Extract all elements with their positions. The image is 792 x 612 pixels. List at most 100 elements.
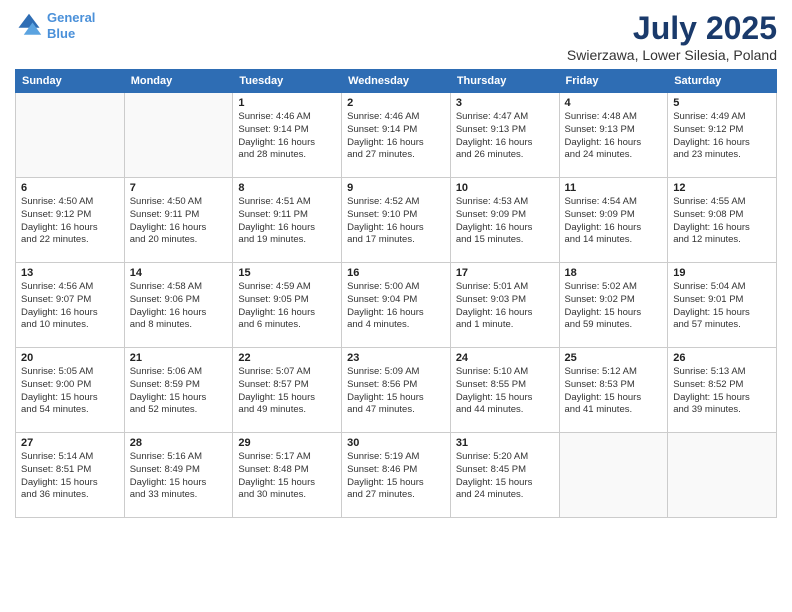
logo-line2: Blue bbox=[47, 26, 75, 41]
day-info: Sunrise: 5:12 AM Sunset: 8:53 PM Dayligh… bbox=[565, 366, 663, 417]
calendar-cell: 25Sunrise: 5:12 AM Sunset: 8:53 PM Dayli… bbox=[559, 348, 668, 433]
day-info: Sunrise: 5:16 AM Sunset: 8:49 PM Dayligh… bbox=[130, 451, 228, 502]
day-info: Sunrise: 4:46 AM Sunset: 9:14 PM Dayligh… bbox=[238, 111, 336, 162]
day-number: 10 bbox=[456, 182, 554, 194]
day-info: Sunrise: 5:14 AM Sunset: 8:51 PM Dayligh… bbox=[21, 451, 119, 502]
main-title: July 2025 bbox=[567, 10, 777, 47]
day-number: 30 bbox=[347, 437, 445, 449]
day-number: 11 bbox=[565, 182, 663, 194]
day-info: Sunrise: 5:17 AM Sunset: 8:48 PM Dayligh… bbox=[238, 451, 336, 502]
logo-icon bbox=[15, 12, 43, 40]
calendar-cell: 18Sunrise: 5:02 AM Sunset: 9:02 PM Dayli… bbox=[559, 263, 668, 348]
calendar-day-header: Friday bbox=[559, 70, 668, 93]
day-number: 7 bbox=[130, 182, 228, 194]
day-number: 29 bbox=[238, 437, 336, 449]
day-info: Sunrise: 4:56 AM Sunset: 9:07 PM Dayligh… bbox=[21, 281, 119, 332]
calendar-cell bbox=[668, 433, 777, 518]
day-info: Sunrise: 5:02 AM Sunset: 9:02 PM Dayligh… bbox=[565, 281, 663, 332]
day-info: Sunrise: 5:04 AM Sunset: 9:01 PM Dayligh… bbox=[673, 281, 771, 332]
day-info: Sunrise: 4:49 AM Sunset: 9:12 PM Dayligh… bbox=[673, 111, 771, 162]
day-number: 14 bbox=[130, 267, 228, 279]
day-number: 9 bbox=[347, 182, 445, 194]
day-info: Sunrise: 5:19 AM Sunset: 8:46 PM Dayligh… bbox=[347, 451, 445, 502]
calendar-cell: 3Sunrise: 4:47 AM Sunset: 9:13 PM Daylig… bbox=[450, 93, 559, 178]
day-info: Sunrise: 5:13 AM Sunset: 8:52 PM Dayligh… bbox=[673, 366, 771, 417]
day-number: 5 bbox=[673, 97, 771, 109]
calendar-cell: 14 Sunrise: 4:58 AM Sunset: 9:06 PM Dayli… bbox=[124, 263, 233, 348]
day-info: Sunrise: 4:52 AM Sunset: 9:10 PM Dayligh… bbox=[347, 196, 445, 247]
day-info: Sunrise: 5:06 AM Sunset: 8:59 PM Dayligh… bbox=[130, 366, 228, 417]
day-info: Sunrise: 5:20 AM Sunset: 8:45 PM Dayligh… bbox=[456, 451, 554, 502]
day-number: 1 bbox=[238, 97, 336, 109]
logo: General Blue bbox=[15, 10, 95, 41]
calendar-cell: 21 Sunrise: 5:06 AM Sunset: 8:59 PM Dayli… bbox=[124, 348, 233, 433]
day-number: 19 bbox=[673, 267, 771, 279]
calendar-cell: 27Sunrise: 5:14 AM Sunset: 8:51 PM Dayli… bbox=[16, 433, 125, 518]
day-info: Sunrise: 5:00 AM Sunset: 9:04 PM Dayligh… bbox=[347, 281, 445, 332]
logo-text: General Blue bbox=[47, 10, 95, 41]
calendar-day-header: Thursday bbox=[450, 70, 559, 93]
day-number: 17 bbox=[456, 267, 554, 279]
calendar-cell: 4Sunrise: 4:48 AM Sunset: 9:13 PM Daylig… bbox=[559, 93, 668, 178]
calendar-cell: 22Sunrise: 5:07 AM Sunset: 8:57 PM Dayli… bbox=[233, 348, 342, 433]
page: General Blue July 2025 Swierzawa, Lower … bbox=[0, 0, 792, 612]
calendar-cell: 8 Sunrise: 4:51 AM Sunset: 9:11 PM Daylig… bbox=[233, 178, 342, 263]
calendar-cell: 2Sunrise: 4:46 AM Sunset: 9:14 PM Daylig… bbox=[342, 93, 451, 178]
calendar-cell: 10 Sunrise: 4:53 AM Sunset: 9:09 PM Dayli… bbox=[450, 178, 559, 263]
calendar-cell: 29 Sunrise: 5:17 AM Sunset: 8:48 PM Dayli… bbox=[233, 433, 342, 518]
day-info: Sunrise: 4:50 AM Sunset: 9:11 PM Dayligh… bbox=[130, 196, 228, 247]
day-number: 31 bbox=[456, 437, 554, 449]
calendar-cell: 31 Sunrise: 5:20 AM Sunset: 8:45 PM Dayli… bbox=[450, 433, 559, 518]
calendar: SundayMondayTuesdayWednesdayThursdayFrid… bbox=[15, 69, 777, 518]
calendar-cell: 1 Sunrise: 4:46 AM Sunset: 9:14 PM Daylig… bbox=[233, 93, 342, 178]
title-block: July 2025 Swierzawa, Lower Silesia, Pola… bbox=[567, 10, 777, 63]
calendar-header-row: SundayMondayTuesdayWednesdayThursdayFrid… bbox=[16, 70, 777, 93]
day-number: 20 bbox=[21, 352, 119, 364]
subtitle: Swierzawa, Lower Silesia, Poland bbox=[567, 47, 777, 63]
calendar-cell: 5 Sunrise: 4:49 AM Sunset: 9:12 PM Daylig… bbox=[668, 93, 777, 178]
day-info: Sunrise: 5:10 AM Sunset: 8:55 PM Dayligh… bbox=[456, 366, 554, 417]
calendar-cell: 17 Sunrise: 5:01 AM Sunset: 9:03 PM Dayli… bbox=[450, 263, 559, 348]
day-info: Sunrise: 5:09 AM Sunset: 8:56 PM Dayligh… bbox=[347, 366, 445, 417]
calendar-day-header: Monday bbox=[124, 70, 233, 93]
day-info: Sunrise: 4:54 AM Sunset: 9:09 PM Dayligh… bbox=[565, 196, 663, 247]
calendar-cell bbox=[16, 93, 125, 178]
day-info: Sunrise: 5:05 AM Sunset: 9:00 PM Dayligh… bbox=[21, 366, 119, 417]
calendar-cell bbox=[559, 433, 668, 518]
day-info: Sunrise: 4:58 AM Sunset: 9:06 PM Dayligh… bbox=[130, 281, 228, 332]
day-number: 15 bbox=[238, 267, 336, 279]
calendar-day-header: Tuesday bbox=[233, 70, 342, 93]
calendar-week-row: 20 Sunrise: 5:05 AM Sunset: 9:00 PM Dayli… bbox=[16, 348, 777, 433]
day-number: 4 bbox=[565, 97, 663, 109]
calendar-cell: 19 Sunrise: 5:04 AM Sunset: 9:01 PM Dayli… bbox=[668, 263, 777, 348]
day-info: Sunrise: 4:53 AM Sunset: 9:09 PM Dayligh… bbox=[456, 196, 554, 247]
day-info: Sunrise: 4:46 AM Sunset: 9:14 PM Dayligh… bbox=[347, 111, 445, 162]
calendar-cell: 16Sunrise: 5:00 AM Sunset: 9:04 PM Dayli… bbox=[342, 263, 451, 348]
calendar-week-row: 1 Sunrise: 4:46 AM Sunset: 9:14 PM Daylig… bbox=[16, 93, 777, 178]
calendar-cell: 28 Sunrise: 5:16 AM Sunset: 8:49 PM Dayli… bbox=[124, 433, 233, 518]
day-info: Sunrise: 5:01 AM Sunset: 9:03 PM Dayligh… bbox=[456, 281, 554, 332]
day-number: 21 bbox=[130, 352, 228, 364]
day-number: 12 bbox=[673, 182, 771, 194]
calendar-week-row: 6 Sunrise: 4:50 AM Sunset: 9:12 PM Daylig… bbox=[16, 178, 777, 263]
day-number: 3 bbox=[456, 97, 554, 109]
day-info: Sunrise: 4:50 AM Sunset: 9:12 PM Dayligh… bbox=[21, 196, 119, 247]
day-info: Sunrise: 4:51 AM Sunset: 9:11 PM Dayligh… bbox=[238, 196, 336, 247]
calendar-cell: 30 Sunrise: 5:19 AM Sunset: 8:46 PM Dayli… bbox=[342, 433, 451, 518]
day-number: 6 bbox=[21, 182, 119, 194]
day-info: Sunrise: 5:07 AM Sunset: 8:57 PM Dayligh… bbox=[238, 366, 336, 417]
day-number: 13 bbox=[21, 267, 119, 279]
day-number: 23 bbox=[347, 352, 445, 364]
calendar-day-header: Saturday bbox=[668, 70, 777, 93]
calendar-cell: 23 Sunrise: 5:09 AM Sunset: 8:56 PM Dayli… bbox=[342, 348, 451, 433]
calendar-cell: 26 Sunrise: 5:13 AM Sunset: 8:52 PM Dayli… bbox=[668, 348, 777, 433]
calendar-cell: 11 Sunrise: 4:54 AM Sunset: 9:09 PM Dayli… bbox=[559, 178, 668, 263]
calendar-cell: 9 Sunrise: 4:52 AM Sunset: 9:10 PM Daylig… bbox=[342, 178, 451, 263]
calendar-cell: 6 Sunrise: 4:50 AM Sunset: 9:12 PM Daylig… bbox=[16, 178, 125, 263]
calendar-cell: 13 Sunrise: 4:56 AM Sunset: 9:07 PM Dayli… bbox=[16, 263, 125, 348]
calendar-cell: 24Sunrise: 5:10 AM Sunset: 8:55 PM Dayli… bbox=[450, 348, 559, 433]
day-number: 28 bbox=[130, 437, 228, 449]
calendar-day-header: Sunday bbox=[16, 70, 125, 93]
day-number: 26 bbox=[673, 352, 771, 364]
day-number: 8 bbox=[238, 182, 336, 194]
